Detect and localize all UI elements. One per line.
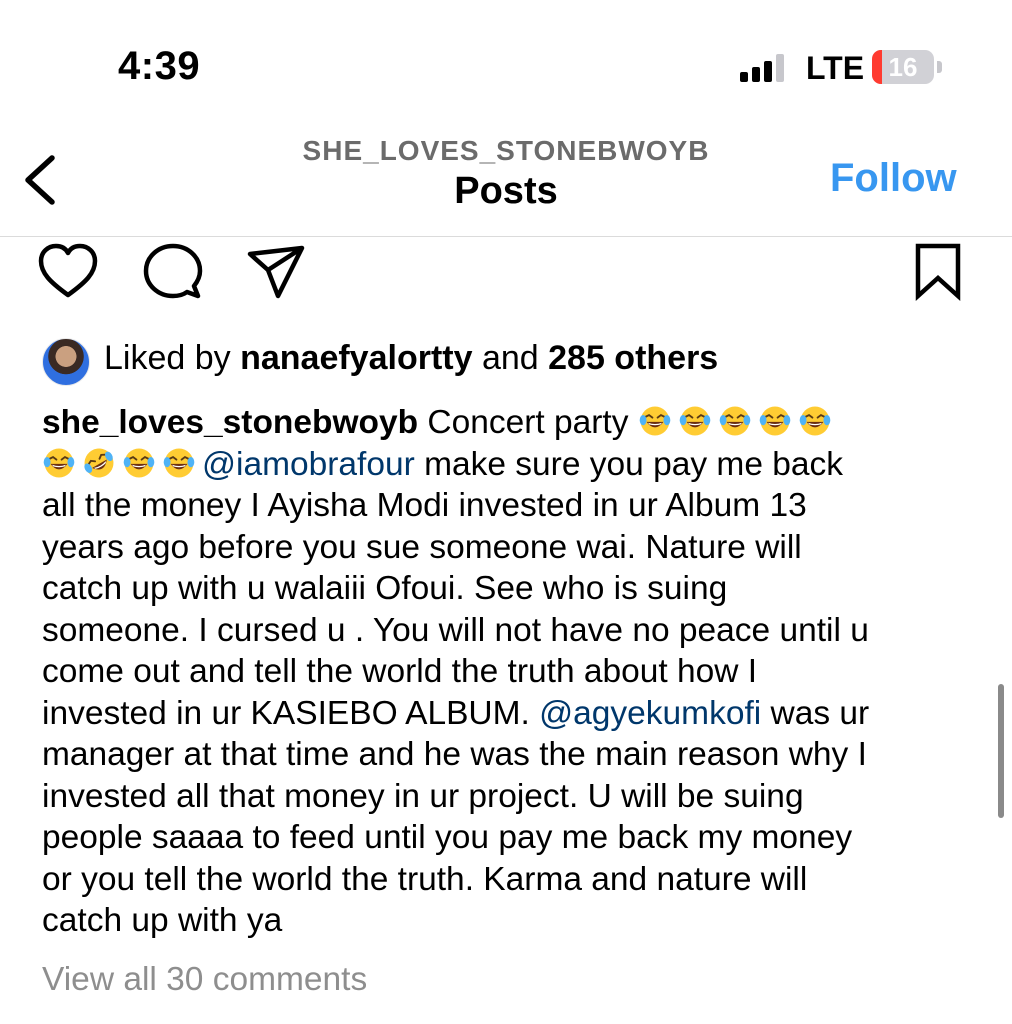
caption-text: Concert party xyxy=(418,404,638,441)
battery-cap xyxy=(937,61,942,73)
comment-button[interactable] xyxy=(140,240,204,304)
face-with-tears-of-joy-icon xyxy=(799,406,831,436)
follow-button[interactable]: Follow xyxy=(830,156,957,201)
avatar[interactable] xyxy=(42,338,90,386)
face-with-tears-of-joy-icon xyxy=(639,406,671,436)
scrollbar-thumb[interactable] xyxy=(998,684,1004,818)
caption-line: manager at that time and he was the main… xyxy=(42,736,867,773)
likes-others[interactable]: 285 others xyxy=(548,339,718,377)
likes-connector: and xyxy=(472,339,549,377)
mention-link[interactable]: @agyekumkofi xyxy=(539,695,761,732)
caption-line: catch up with ya xyxy=(42,902,283,939)
face-with-tears-of-joy-icon xyxy=(679,406,711,436)
like-button[interactable] xyxy=(36,240,100,304)
status-time: 4:39 xyxy=(118,44,201,88)
face-with-tears-of-joy-icon xyxy=(163,448,195,477)
caption-line: catch up with u walaiii Ofoui. See who i… xyxy=(42,570,728,607)
status-bar: 4:39 LTE 16 xyxy=(0,0,1012,120)
header-divider xyxy=(0,236,1012,237)
bookmark-icon xyxy=(915,243,961,302)
emoji-group xyxy=(42,446,202,483)
network-type: LTE xyxy=(806,50,865,86)
battery-icon: 16 xyxy=(872,50,934,84)
caption-text: invested in ur KASIEBO ALBUM. xyxy=(42,694,540,732)
caption-line: invested all that money in ur project. U… xyxy=(42,777,804,815)
caption-line: invested in ur KASIEBO ALBUM. @agyekumko… xyxy=(42,693,982,735)
share-button[interactable] xyxy=(244,240,308,304)
mention-link[interactable]: @iamobrafour xyxy=(202,446,415,483)
view-all-comments-link[interactable]: View all 30 comments xyxy=(42,961,367,999)
face-with-tears-of-joy-icon xyxy=(43,448,75,477)
caption-text: make sure you pay me back xyxy=(414,445,844,483)
save-button[interactable] xyxy=(906,240,970,304)
caption-line: @iamobrafour make sure you pay me back xyxy=(42,444,982,486)
caption-text: was ur xyxy=(761,694,870,732)
caption-line: she_loves_stonebwoyb Concert party xyxy=(42,402,982,444)
paper-plane-icon xyxy=(247,245,305,299)
face-with-tears-of-joy-icon xyxy=(123,448,155,477)
rolling-on-the-floor-laughing-icon xyxy=(84,448,114,477)
caption-line: come out and tell the world the truth ab… xyxy=(42,653,758,690)
post-caption: she_loves_stonebwoyb Concert party @iamo… xyxy=(42,402,982,942)
caption-line: or you tell the world the truth. Karma a… xyxy=(42,860,808,898)
liker-username[interactable]: nanaefyalortty xyxy=(240,339,472,377)
cellular-signal-icon xyxy=(740,52,788,82)
caption-line: someone. I cursed u . You will not have … xyxy=(42,611,869,649)
battery-level: 16 xyxy=(888,52,918,82)
caption-line: people saaaa to feed until you pay me ba… xyxy=(42,819,853,856)
likes-prefix: Liked by xyxy=(104,339,241,377)
likes-summary[interactable]: Liked by nanaefyalortty and 285 others xyxy=(104,339,718,378)
heart-icon xyxy=(38,243,98,298)
comment-bubble-icon xyxy=(143,243,203,299)
caption-line: all the money I Ayisha Modi invested in … xyxy=(42,487,807,524)
face-with-tears-of-joy-icon xyxy=(759,406,791,436)
caption-line: years ago before you sue someone wai. Na… xyxy=(42,528,802,566)
caption-author[interactable]: she_loves_stonebwoyb xyxy=(42,404,418,441)
face-with-tears-of-joy-icon xyxy=(719,406,751,436)
emoji-group xyxy=(638,404,838,441)
